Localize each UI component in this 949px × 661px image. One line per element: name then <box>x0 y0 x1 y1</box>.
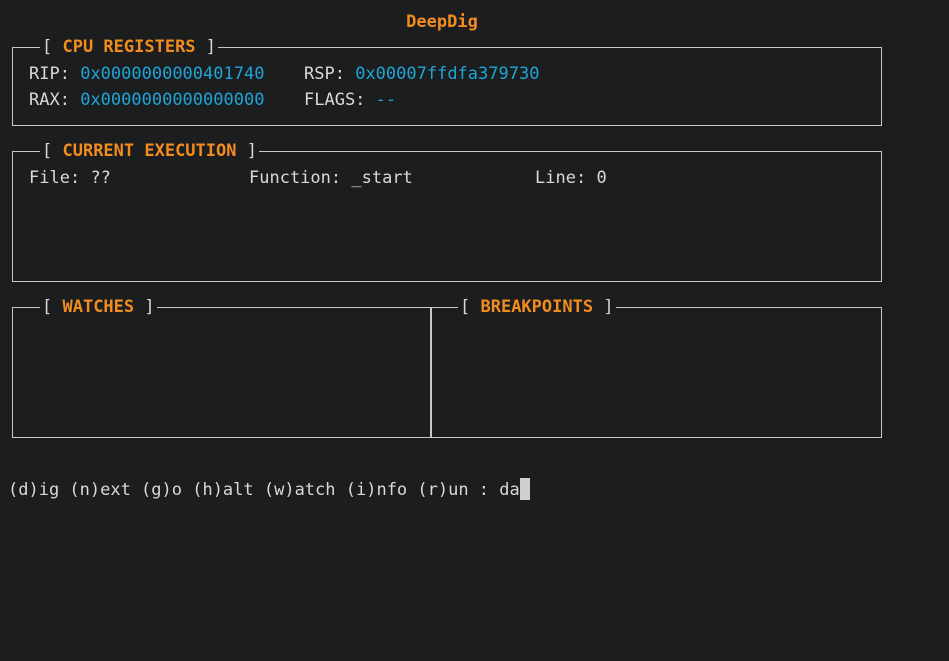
line-value: 0 <box>596 168 607 188</box>
register-row-rsp: RSP: 0x00007ffdfa379730 <box>304 62 539 86</box>
app-title: DeepDig <box>406 12 478 32</box>
watches-panel: [ WATCHES ] <box>12 295 432 438</box>
rip-value: 0x0000000000401740 <box>80 64 265 84</box>
rsp-label: RSP: <box>304 64 345 84</box>
watches-panel-title: [ WATCHES ] <box>40 295 157 319</box>
breakpoints-panel: [ BREAKPOINTS ] <box>430 295 882 438</box>
execution-file: File: ?? <box>29 166 111 190</box>
rax-label: RAX: <box>29 90 70 110</box>
command-input[interactable]: da <box>499 480 519 500</box>
register-row-rax: RAX: 0x0000000000000000 <box>29 88 264 112</box>
cpu-registers-panel: [ CPU REGISTERS ] RIP: 0x000000000040174… <box>12 35 882 126</box>
text-cursor <box>519 478 530 500</box>
rip-label: RIP: <box>29 64 70 84</box>
command-line[interactable]: (d)ig (n)ext (g)o (h)alt (w)atch (i)nfo … <box>8 478 530 502</box>
register-row-rip: RIP: 0x0000000000401740 <box>29 62 264 86</box>
current-execution-panel-title: [ CURRENT EXECUTION ] <box>40 139 259 163</box>
execution-line: Line: 0 <box>535 166 607 190</box>
breakpoints-panel-title: [ BREAKPOINTS ] <box>458 295 616 319</box>
breakpoints-title: BREAKPOINTS <box>480 297 594 317</box>
register-row-flags: FLAGS: -- <box>304 88 396 112</box>
file-value: ?? <box>90 168 111 188</box>
cpu-registers-title: CPU REGISTERS <box>62 37 196 57</box>
cpu-registers-panel-title: [ CPU REGISTERS ] <box>40 35 219 59</box>
flags-label: FLAGS: <box>304 90 366 110</box>
current-execution-title: CURRENT EXECUTION <box>62 141 237 161</box>
flags-value: -- <box>375 90 397 110</box>
command-prompt: (d)ig (n)ext (g)o (h)alt (w)atch (i)nfo … <box>8 480 500 500</box>
execution-function: Function: _start <box>249 166 413 190</box>
line-label: Line: <box>535 168 587 188</box>
rsp-value: 0x00007ffdfa379730 <box>355 64 540 84</box>
rax-value: 0x0000000000000000 <box>80 90 265 110</box>
watches-title: WATCHES <box>62 297 135 317</box>
function-value: _start <box>351 168 413 188</box>
current-execution-panel: [ CURRENT EXECUTION ] File: ?? Function:… <box>12 139 882 282</box>
function-label: Function: <box>249 168 342 188</box>
file-label: File: <box>29 168 81 188</box>
